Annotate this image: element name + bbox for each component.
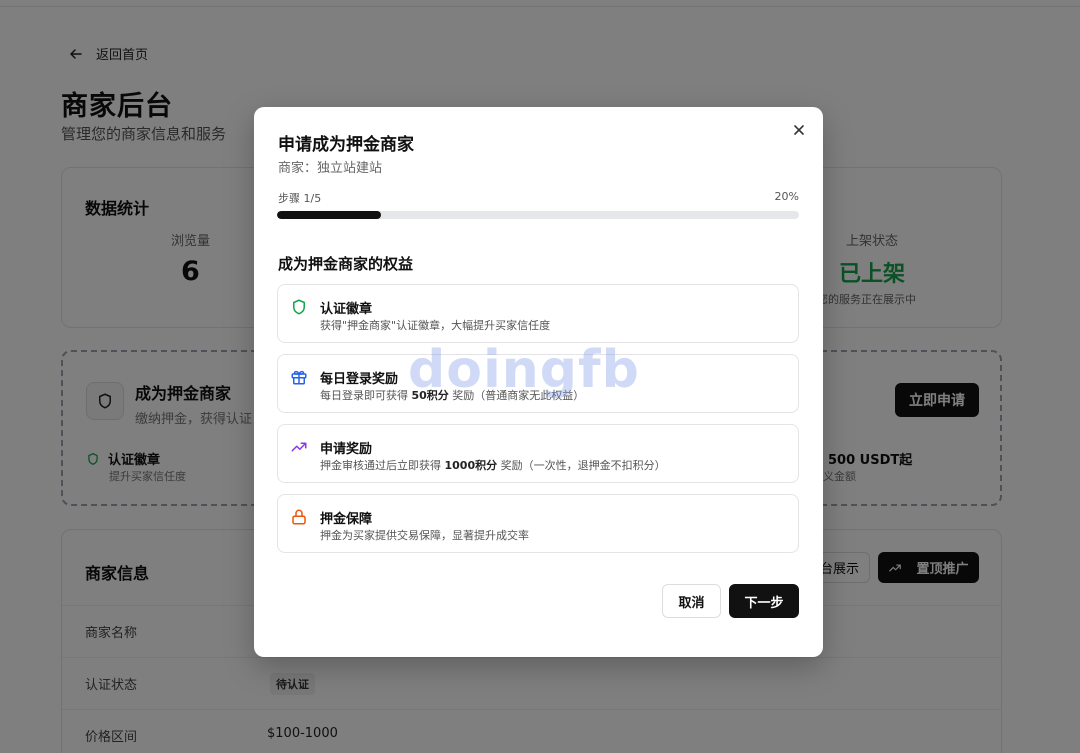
benefit-title: 认证徽章 [320,302,373,317]
watermark: doingfb [408,340,640,400]
benefit-card: 申请奖励 押金审核通过后立即获得 1000积分 奖励（一次性，退押金不扣积分） [277,424,799,483]
trending-up-icon [291,442,307,452]
step-indicator: 步骤 1/5 [278,192,322,205]
progress-bar [277,211,799,219]
shield-icon [293,299,305,315]
close-icon[interactable] [791,122,807,138]
benefit-title: 申请奖励 [320,442,373,457]
benefit-desc: 获得"押金商家"认证徽章，大幅提升买家信任度 [320,319,551,332]
benefit-card: 押金保障 押金为买家提供交易保障，显著提升成交率 [277,494,799,553]
benefit-desc: 押金审核通过后立即获得 1000积分 奖励（一次性，退押金不扣积分） [320,459,666,472]
modal-title: 申请成为押金商家 [278,135,414,155]
benefit-title: 每日登录奖励 [320,372,399,387]
benefit-card: 认证徽章 获得"押金商家"认证徽章，大幅提升买家信任度 [277,284,799,343]
benefits-heading: 成为押金商家的权益 [278,255,414,273]
cancel-button[interactable]: 取消 [662,584,721,618]
progress-percent: 20% [774,190,799,203]
benefit-title: 押金保障 [320,512,373,527]
modal-merchant: 商家：独立站建站 [278,161,383,176]
benefit-desc: 押金为买家提供交易保障，显著提升成交率 [320,529,529,542]
gift-icon [291,370,307,385]
next-button[interactable]: 下一步 [729,584,799,618]
lock-icon [292,509,306,525]
progress-fill [277,211,382,219]
